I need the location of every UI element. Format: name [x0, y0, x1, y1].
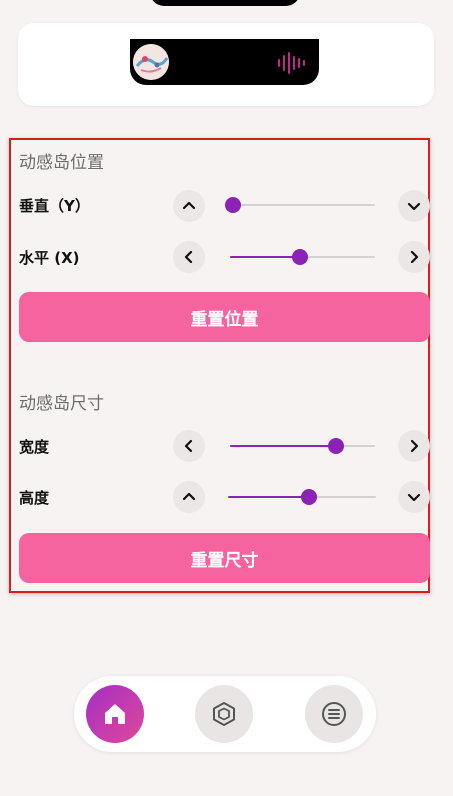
- reset-position-button[interactable]: 重置位置: [19, 292, 430, 342]
- chevron-left-icon: [184, 250, 193, 264]
- nav-menu-button[interactable]: [305, 685, 363, 743]
- menu-icon: [322, 702, 346, 726]
- vertical-slider[interactable]: [225, 197, 375, 213]
- chevron-down-icon: [407, 202, 421, 211]
- chevron-right-icon: [410, 439, 419, 453]
- horizontal-left-button[interactable]: [173, 241, 205, 273]
- device-notch: [150, 0, 300, 6]
- size-section-title: 动感岛尺寸: [19, 394, 104, 414]
- height-down-button[interactable]: [398, 481, 430, 513]
- width-slider[interactable]: [230, 438, 375, 454]
- horizontal-slider[interactable]: [230, 249, 375, 265]
- home-icon: [105, 704, 125, 724]
- horizontal-label: 水平 (X): [19, 249, 80, 267]
- chevron-right-icon: [410, 250, 419, 264]
- height-slider-fill: [228, 496, 310, 498]
- nav-cube-button[interactable]: [195, 685, 253, 743]
- bottom-navigation: [74, 676, 376, 752]
- position-section-title: 动感岛位置: [19, 153, 104, 173]
- height-label: 高度: [19, 489, 50, 507]
- width-slider-thumb[interactable]: [327, 438, 344, 454]
- island-avatar: [133, 44, 169, 80]
- vertical-slider-thumb[interactable]: [225, 197, 241, 213]
- dynamic-island-preview: [130, 39, 319, 85]
- chevron-up-icon: [182, 492, 196, 501]
- width-decrease-button[interactable]: [173, 430, 205, 462]
- chevron-left-icon: [184, 439, 193, 453]
- height-up-button[interactable]: [173, 481, 205, 513]
- island-preview-card: [18, 23, 434, 106]
- sound-wave-icon: [277, 52, 307, 74]
- chevron-up-icon: [182, 201, 196, 210]
- vertical-label: 垂直（Y）: [19, 197, 90, 215]
- height-slider-thumb[interactable]: [301, 489, 318, 505]
- width-increase-button[interactable]: [398, 430, 430, 462]
- vertical-down-button[interactable]: [398, 190, 430, 222]
- width-slider-fill: [230, 445, 336, 447]
- nav-home-button[interactable]: [86, 685, 144, 743]
- width-label: 宽度: [19, 438, 50, 456]
- island-settings-panel: 动感岛位置 垂直（Y） 水平 (X) 重置位置 动感岛尺寸 宽度 高度 重置尺寸: [9, 138, 430, 593]
- cube-icon: [213, 702, 235, 726]
- reset-size-button[interactable]: 重置尺寸: [19, 533, 430, 583]
- horizontal-slider-thumb[interactable]: [291, 249, 308, 265]
- chevron-down-icon: [407, 493, 421, 502]
- horizontal-slider-fill: [230, 256, 300, 258]
- horizontal-right-button[interactable]: [398, 241, 430, 273]
- height-slider[interactable]: [228, 489, 376, 505]
- vertical-up-button[interactable]: [173, 190, 205, 222]
